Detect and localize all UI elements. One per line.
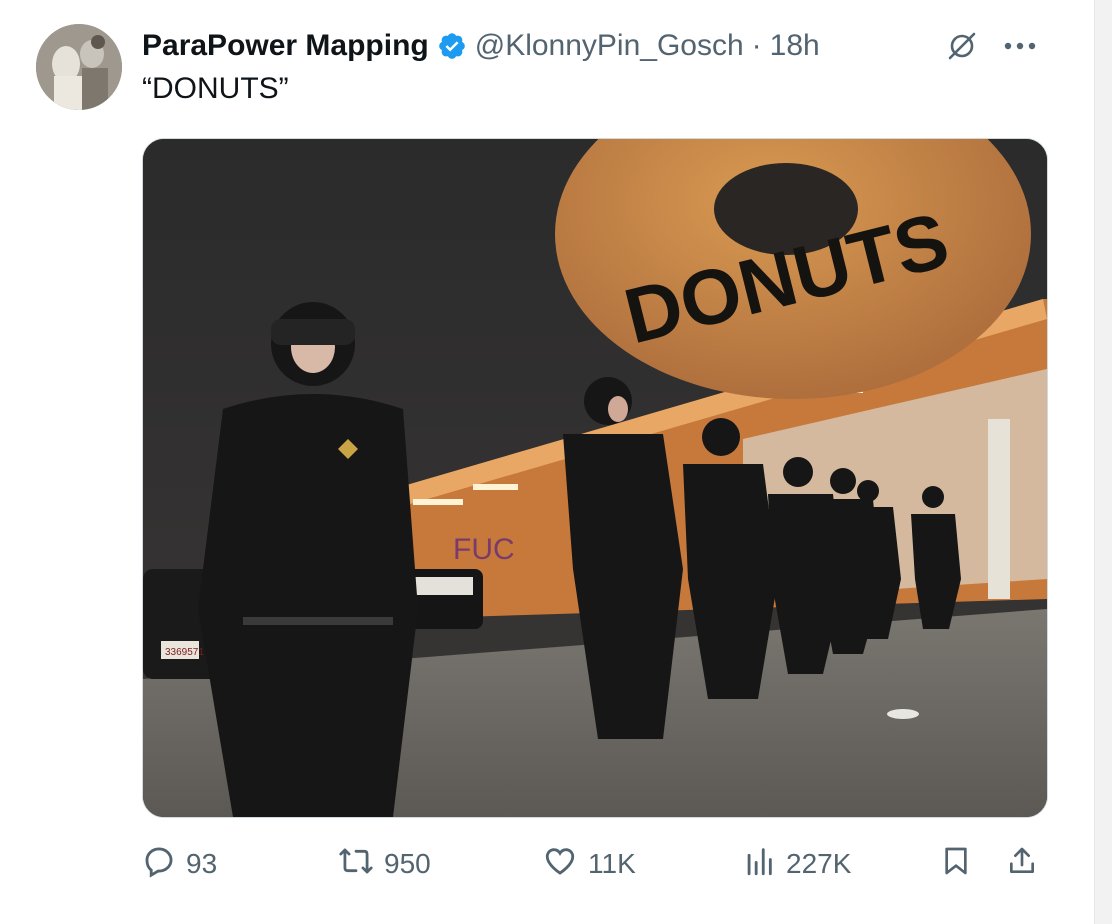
bookmark-button[interactable]: [940, 842, 972, 886]
bookmark-icon: [940, 844, 972, 885]
timestamp[interactable]: 18h: [770, 29, 820, 63]
repost-button[interactable]: 950: [338, 842, 431, 886]
tweet-photo[interactable]: DONUTS FUC 3369571: [142, 138, 1048, 818]
author-handle[interactable]: @KlonnyPin_Gosch: [475, 29, 744, 63]
verified-badge-icon[interactable]: [437, 31, 467, 61]
views-button[interactable]: 227K: [742, 842, 851, 886]
license-plate-text: 3369571: [165, 647, 204, 658]
views-count: 227K: [786, 848, 852, 879]
more-dots-icon[interactable]: [1000, 28, 1040, 64]
tweet-action-bar: 93 950 11K 227K: [142, 842, 1046, 886]
tweet-header: ParaPower Mapping @KlonnyPin_Gosch · 18h: [142, 26, 820, 66]
like-count: 11K: [588, 848, 636, 879]
reply-button[interactable]: 93: [142, 842, 217, 886]
tweet-top-actions: [944, 28, 1040, 64]
grok-icon[interactable]: [944, 28, 980, 64]
reply-icon: [142, 844, 176, 885]
tweet-card: ParaPower Mapping @KlonnyPin_Gosch · 18h: [0, 0, 1095, 924]
author-display-name[interactable]: ParaPower Mapping: [142, 29, 429, 63]
heart-icon: [542, 844, 578, 885]
separator-dot: ·: [751, 29, 762, 62]
graffiti-text: FUC: [453, 533, 515, 566]
reply-count: 93: [186, 848, 218, 879]
repost-icon: [338, 844, 374, 885]
share-icon: [1006, 844, 1038, 885]
like-button[interactable]: 11K: [542, 842, 636, 886]
avatar[interactable]: [36, 24, 122, 110]
views-chart-icon: [742, 844, 776, 885]
tweet-text: “DONUTS”: [142, 72, 289, 105]
share-button[interactable]: [1006, 842, 1038, 886]
repost-count: 950: [384, 848, 431, 879]
